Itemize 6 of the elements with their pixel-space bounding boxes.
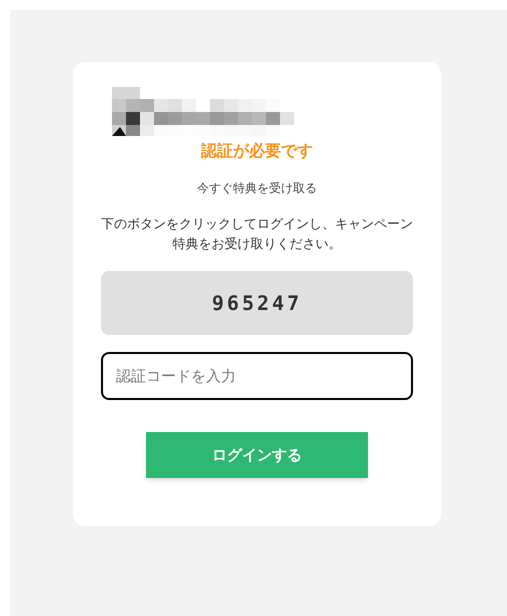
heading: 認証が必要です [201,140,313,162]
login-button[interactable]: ログインする [146,432,368,478]
subtitle: 今すぐ特典を受け取る [197,180,317,197]
code-input-field[interactable]: 認証コードを入力 [101,352,413,400]
instruction-text: 下のボタンをクリックしてログインし、キャンペーン特典をお受け取りください。 [100,216,414,254]
verification-code: 965247 [101,271,413,335]
